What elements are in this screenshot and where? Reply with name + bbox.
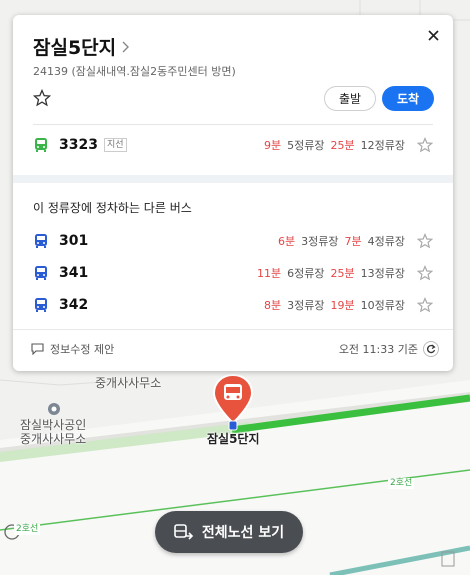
close-button[interactable] — [423, 25, 443, 45]
bus-icon — [35, 138, 47, 152]
arrival-stops: 3정류장 — [301, 235, 339, 248]
poi-label: 잠실박사공인 중개사사무소 — [20, 418, 87, 446]
chevron-right-icon — [122, 41, 130, 52]
bus-stop-panel: 잠실5단지 24139 (잠실새내역.잠실2동주민센터 방면) 출발 도착 33… — [13, 15, 453, 371]
bus-stop-marker-icon[interactable] — [211, 373, 255, 431]
arrival-info: 8분 3정류장 19분 10정류장 — [264, 297, 405, 313]
refresh-button[interactable] — [423, 341, 439, 357]
update-time: 오전 11:33 기준 — [339, 341, 439, 357]
arrival-time: 11분 — [257, 267, 282, 280]
bus-number: 342 — [59, 297, 89, 313]
page-title: 잠실5단지 — [33, 37, 117, 59]
close-icon — [427, 29, 439, 41]
subway-line-tag: 2호선 — [14, 524, 41, 535]
star-icon[interactable] — [417, 297, 433, 313]
bus-row[interactable]: 301 6분 3정류장 7분 4정류장 — [33, 225, 433, 257]
arrival-time: 8분 — [264, 299, 282, 312]
panel-footer: 정보수정 제안 오전 11:33 기준 — [31, 341, 439, 357]
arrive-button[interactable]: 도착 — [382, 86, 434, 111]
poi-label-top: 중개사사무소 — [95, 376, 162, 390]
arrival-time: 9분 — [264, 139, 282, 152]
section-divider — [13, 175, 453, 183]
bus-stop-label: 잠실5단지 — [207, 432, 260, 446]
arrival-time: 25분 — [330, 267, 355, 280]
arrival-stops: 10정류장 — [360, 299, 405, 312]
bus-row-main[interactable]: 3323 지선 9분 5정류장 25분 12정류장 — [33, 129, 433, 161]
depart-button[interactable]: 출발 — [324, 86, 376, 111]
arrival-time: 7분 — [344, 235, 362, 248]
arrival-info: 11분 6정류장 25분 13정류장 — [257, 265, 405, 281]
route-icon — [174, 524, 194, 540]
bus-number: 301 — [59, 233, 89, 249]
refresh-icon — [427, 344, 436, 354]
arrival-stops: 13정류장 — [360, 267, 405, 280]
bus-icon — [35, 234, 47, 248]
suggest-edit-link[interactable]: 정보수정 제안 — [31, 341, 114, 357]
arrival-stops: 5정류장 — [287, 139, 325, 152]
arrival-info: 6분 3정류장 7분 4정류장 — [278, 233, 405, 249]
flag-icon — [31, 343, 44, 355]
view-full-route-label: 전체노선 보기 — [201, 525, 285, 541]
stop-subtitle: 24139 (잠실새내역.잠실2동주민센터 방면) — [33, 65, 236, 78]
poi-pin-icon — [48, 403, 60, 415]
arrival-stops: 6정류장 — [287, 267, 325, 280]
bus-number: 341 — [59, 265, 89, 281]
arrival-stops: 3정류장 — [287, 299, 325, 312]
bus-type-tag: 지선 — [103, 138, 127, 152]
star-icon[interactable] — [417, 233, 433, 249]
bus-icon — [35, 298, 47, 312]
suggest-edit-label: 정보수정 제안 — [50, 343, 115, 356]
bus-row[interactable]: 342 8분 3정류장 19분 10정류장 — [33, 289, 433, 321]
arrival-stops: 12정류장 — [360, 139, 405, 152]
update-time-label: 오전 11:33 기준 — [338, 343, 418, 356]
divider — [13, 329, 453, 330]
arrival-info: 9분 5정류장 25분 12정류장 — [264, 137, 405, 153]
arrival-stops: 4정류장 — [367, 235, 405, 248]
bus-row[interactable]: 341 11분 6정류장 25분 13정류장 — [33, 257, 433, 289]
title-row[interactable]: 잠실5단지 — [33, 33, 130, 60]
divider — [33, 124, 433, 125]
star-icon[interactable] — [417, 265, 433, 281]
subway-line-tag: 2호선 — [388, 478, 415, 489]
star-icon[interactable] — [417, 137, 433, 153]
arrival-time: 25분 — [330, 139, 355, 152]
bus-number: 3323 — [59, 137, 98, 153]
favorite-star-icon[interactable] — [33, 89, 51, 107]
arrival-time: 19분 — [330, 299, 355, 312]
view-full-route-button[interactable]: 전체노선 보기 — [155, 511, 303, 553]
arrival-time: 6분 — [278, 235, 296, 248]
section-title: 이 정류장에 정차하는 다른 버스 — [33, 201, 192, 215]
bus-icon — [35, 266, 47, 280]
